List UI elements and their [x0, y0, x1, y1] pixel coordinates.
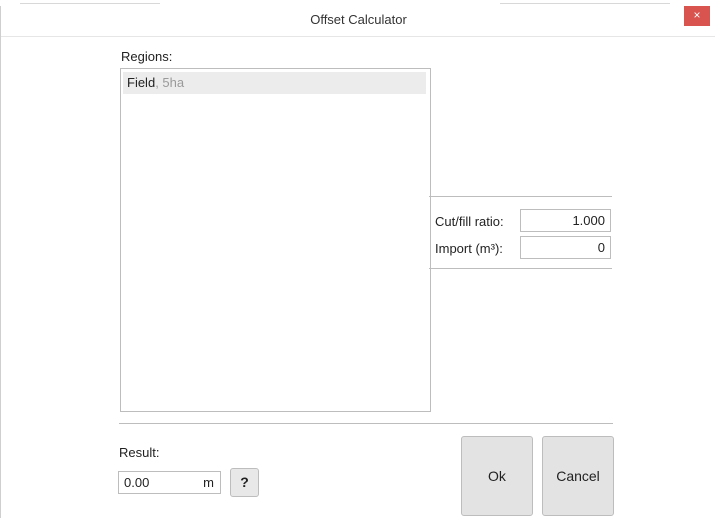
result-field[interactable]: 0.00 m [118, 471, 221, 494]
cancel-button-label: Cancel [556, 468, 600, 484]
region-area: 5ha [162, 75, 185, 90]
import-input[interactable] [520, 236, 611, 259]
help-icon: ? [240, 474, 249, 490]
result-unit: m [203, 475, 214, 490]
result-value: 0.00 [124, 475, 150, 490]
top-strip-line [500, 3, 670, 4]
window-title: Offset Calculator [310, 12, 407, 27]
title-bar: Offset Calculator × [1, 6, 715, 37]
help-button[interactable]: ? [230, 468, 259, 497]
close-button[interactable]: × [684, 6, 710, 26]
result-divider [119, 423, 613, 424]
params-bottom-divider [429, 268, 612, 269]
cancel-button[interactable]: Cancel [542, 436, 614, 516]
offset-calculator-dialog: Offset Calculator × Regions: Field, 5ha … [0, 6, 715, 518]
close-icon: × [693, 8, 701, 22]
top-strip-line [20, 3, 160, 4]
cut-fill-ratio-input[interactable] [520, 209, 611, 232]
ok-button-label: Ok [488, 468, 506, 484]
ok-button[interactable]: Ok [461, 436, 533, 516]
result-label: Result: [119, 445, 160, 460]
params-top-divider [429, 196, 612, 197]
import-label: Import (m³): [435, 241, 503, 256]
regions-list[interactable]: Field, 5ha [120, 68, 431, 412]
regions-label: Regions: [121, 49, 173, 64]
cut-fill-ratio-label: Cut/fill ratio: [435, 214, 504, 229]
region-list-item[interactable]: Field, 5ha [123, 72, 426, 94]
region-name: Field [127, 75, 156, 90]
